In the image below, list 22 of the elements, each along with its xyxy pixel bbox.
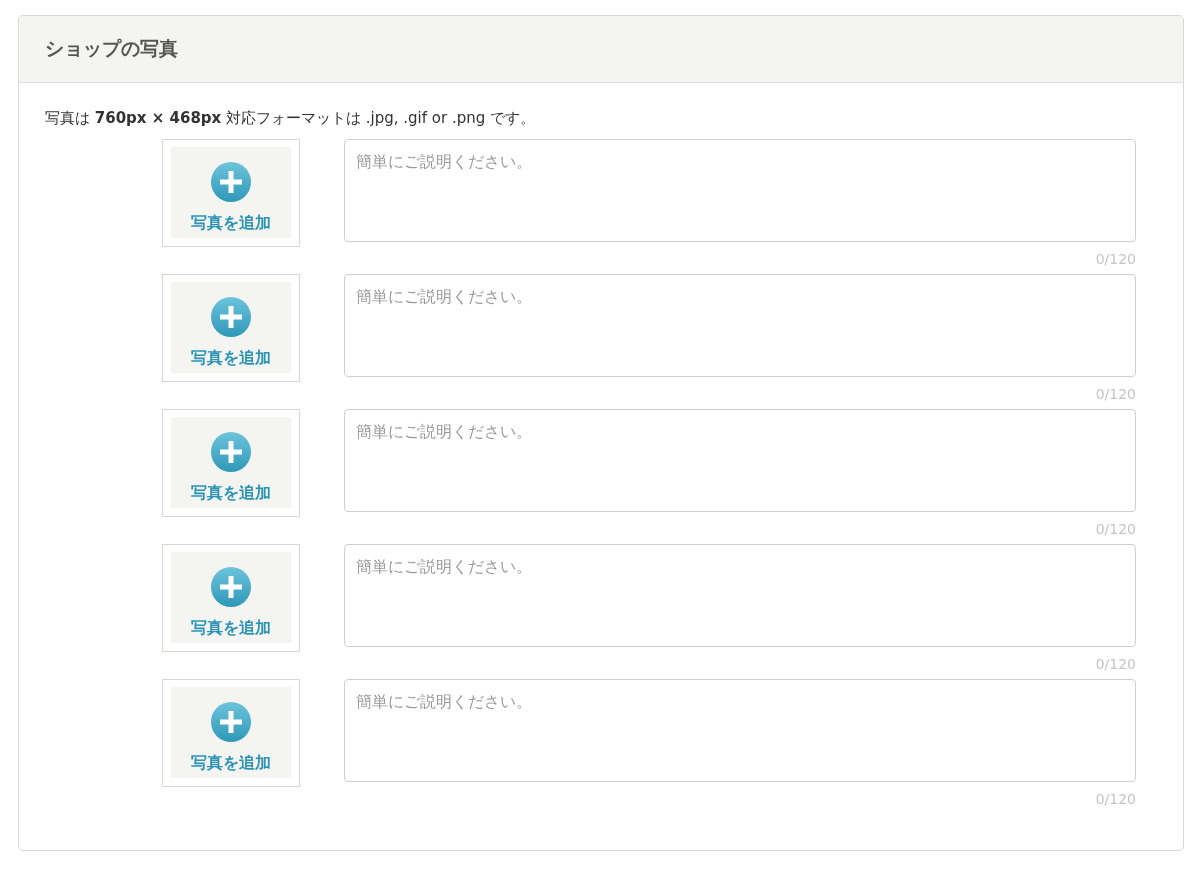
format-description: 写真は 760px × 468px 対応フォーマットは .jpg, .gif or .png です。	[45, 109, 536, 128]
description-field[interactable]: 簡単にご説明ください。	[344, 274, 1136, 377]
plus-circle-icon	[210, 566, 252, 608]
character-counter: 0/120	[1095, 656, 1136, 672]
description-field[interactable]: 簡単にご説明ください。	[344, 544, 1136, 647]
character-counter: 0/120	[1095, 521, 1136, 537]
plus-circle-icon	[210, 431, 252, 473]
add-photo-button[interactable]: 写真を追加	[171, 147, 291, 238]
description-field[interactable]: 簡単にご説明ください。	[344, 679, 1136, 782]
add-photo-button[interactable]: 写真を追加	[171, 552, 291, 643]
plus-circle-icon	[210, 701, 252, 743]
description-field[interactable]: 簡単にご説明ください。	[344, 139, 1136, 242]
add-photo-button[interactable]: 写真を追加	[171, 282, 291, 373]
character-counter: 0/120	[1095, 251, 1136, 267]
add-photo-button[interactable]: 写真を追加	[171, 417, 291, 508]
plus-circle-icon	[210, 161, 252, 203]
panel-title: ショップの写真	[45, 36, 178, 61]
character-counter: 0/120	[1095, 791, 1136, 807]
description-field[interactable]: 簡単にご説明ください。	[344, 409, 1136, 512]
plus-circle-icon	[210, 296, 252, 338]
add-photo-button[interactable]: 写真を追加	[171, 687, 291, 778]
character-counter: 0/120	[1095, 386, 1136, 402]
